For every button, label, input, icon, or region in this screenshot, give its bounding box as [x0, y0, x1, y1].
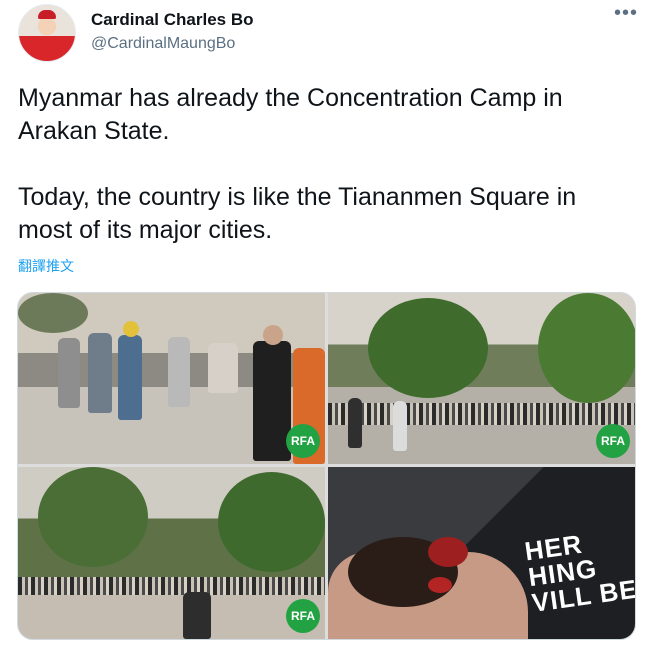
person-shape: [348, 398, 362, 448]
rfa-watermark: RFA: [286, 424, 320, 458]
person-shape: [118, 335, 142, 420]
author-name[interactable]: Cardinal Charles Bo: [91, 10, 254, 30]
head-shape: [263, 325, 283, 345]
shirt-text: HER HING VILL BE: [522, 528, 635, 618]
media-grid: RFA RFA RFA HER HING VILL BE: [17, 292, 636, 640]
person-shape: [168, 337, 190, 407]
person-shape: [183, 592, 211, 639]
rfa-watermark: RFA: [286, 599, 320, 633]
crowd-shape: [18, 577, 325, 595]
tree-shape: [368, 298, 488, 398]
photo-injured-protester[interactable]: HER HING VILL BE: [328, 467, 635, 639]
blood-shape: [428, 537, 468, 567]
person-shape: [88, 333, 112, 413]
person-shape: [208, 343, 238, 393]
person-shape: [393, 401, 407, 451]
crowd-shape: [328, 403, 635, 425]
tweet-text: Myanmar has already the Concentration Ca…: [18, 84, 577, 244]
person-shape: [58, 338, 80, 408]
more-horizontal-icon[interactable]: •••: [614, 2, 638, 25]
photo-street-crowd[interactable]: RFA: [328, 293, 635, 464]
rfa-watermark: RFA: [596, 424, 630, 458]
tree-shape: [218, 472, 325, 572]
tree-shape: [38, 467, 148, 567]
avatar[interactable]: [18, 4, 76, 62]
photo-protesters-running[interactable]: RFA: [18, 293, 325, 464]
photo-wide-street[interactable]: RFA: [18, 467, 325, 639]
author-handle[interactable]: @CardinalMaungBo: [91, 35, 235, 53]
tree-shape: [18, 293, 88, 333]
zucchetto-shape: [38, 10, 56, 19]
head-shape: [123, 321, 139, 337]
blood-shape: [428, 577, 452, 593]
translate-tweet-link[interactable]: 翻譯推文: [18, 256, 74, 276]
tree-shape: [538, 293, 635, 403]
